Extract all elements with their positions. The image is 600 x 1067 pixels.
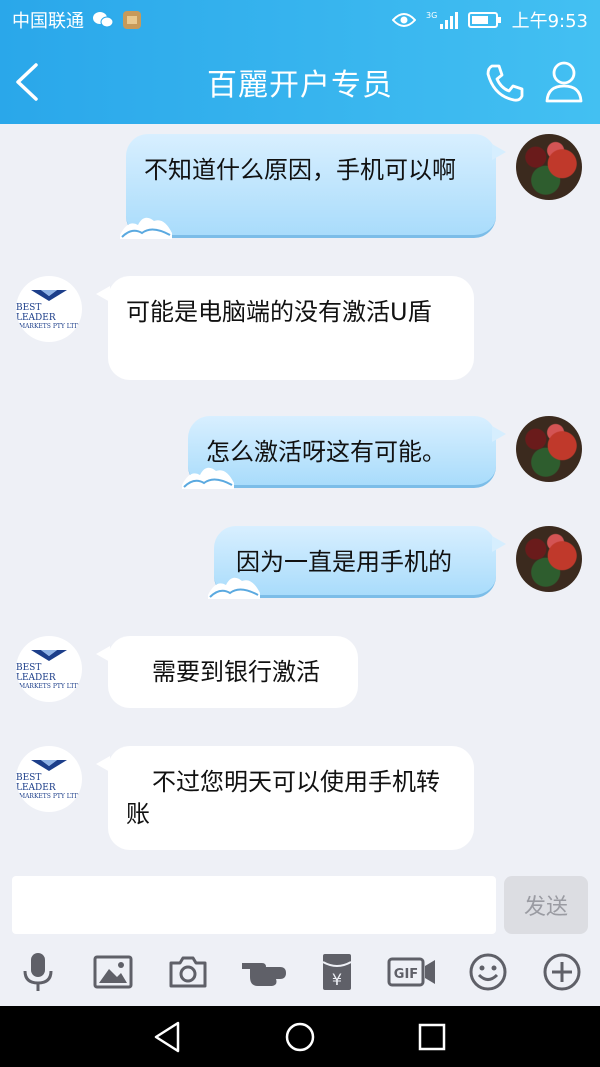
logo-line2: MARKETS PTY LTD	[18, 323, 80, 330]
microphone-icon[interactable]	[16, 950, 60, 994]
logo-line1: BEST LEADER	[16, 773, 56, 793]
svg-text:¥: ¥	[332, 970, 342, 989]
eye-icon	[391, 12, 416, 28]
nav-recents-icon[interactable]	[414, 1020, 450, 1054]
back-arrow-icon[interactable]	[12, 62, 44, 102]
emoji-icon[interactable]	[466, 950, 510, 994]
message-text: 怎么激活呀这有可能。	[206, 438, 446, 466]
company-logo-mark-icon	[31, 760, 67, 771]
message-list[interactable]: 不知道什么原因，手机可以啊 BEST LEADER MARKETS PTY LT…	[0, 124, 600, 864]
notification-app-icon	[122, 10, 142, 30]
message-text: 不过您明天可以使用手机转账	[126, 768, 440, 828]
message-text: 不知道什么原因，手机可以啊	[144, 156, 456, 184]
camera-icon[interactable]	[166, 950, 210, 994]
person-icon[interactable]	[544, 60, 584, 104]
my-avatar[interactable]	[516, 134, 582, 200]
plus-icon[interactable]	[540, 950, 584, 994]
input-bar: 发送 ¥ GIF	[0, 864, 600, 1004]
svg-text:GIF: GIF	[394, 967, 418, 982]
contact-avatar[interactable]: BEST LEADER MARKETS PTY LTD	[16, 636, 82, 702]
signal-icon: 3G	[426, 10, 458, 30]
logo-line1: BEST LEADER	[16, 303, 56, 323]
my-avatar[interactable]	[516, 526, 582, 592]
message-bubble-sent[interactable]: 不知道什么原因，手机可以啊	[120, 134, 506, 239]
network-type: 3G	[426, 11, 437, 20]
message-bubble-sent[interactable]: 因为一直是用手机的	[208, 526, 506, 599]
phone-icon[interactable]	[484, 62, 526, 104]
message-bubble-received[interactable]: 不过您明天可以使用手机转账	[96, 746, 474, 850]
message-input[interactable]	[12, 876, 496, 934]
wave-decoration-icon	[120, 217, 172, 239]
wechat-icon	[92, 11, 114, 29]
red-packet-icon[interactable]: ¥	[315, 950, 359, 994]
battery-icon	[467, 11, 502, 29]
my-avatar[interactable]	[516, 416, 582, 482]
logo-line1: BEST LEADER	[16, 663, 56, 683]
message-text: 需要到银行激活	[152, 658, 320, 686]
contact-avatar[interactable]: BEST LEADER MARKETS PTY LTD	[16, 276, 82, 342]
contact-avatar[interactable]: BEST LEADER MARKETS PTY LTD	[16, 746, 82, 812]
logo-line2: MARKETS PTY LTD	[18, 683, 80, 690]
status-bar: 中国联通 3G 上午9:53	[0, 0, 600, 40]
top-bar: 中国联通 3G 上午9:53 百麗开户专员	[0, 0, 600, 124]
send-button[interactable]: 发送	[504, 876, 588, 934]
message-bubble-received[interactable]: 需要到银行激活	[96, 636, 358, 708]
wave-decoration-icon	[208, 577, 260, 599]
poke-icon[interactable]	[240, 950, 288, 994]
chat-title: 百麗开户专员	[207, 68, 393, 103]
nav-back-icon[interactable]	[150, 1020, 186, 1054]
nav-home-icon[interactable]	[282, 1020, 318, 1054]
carrier-name: 中国联通	[12, 11, 84, 32]
gif-icon[interactable]: GIF	[386, 950, 438, 994]
logo-line2: MARKETS PTY LTD	[18, 793, 80, 800]
system-nav-bar	[0, 1006, 600, 1067]
message-text: 可能是电脑端的没有激活U盾	[126, 298, 432, 326]
wave-decoration-icon	[182, 467, 234, 489]
message-bubble-received[interactable]: 可能是电脑端的没有激活U盾	[96, 276, 474, 380]
message-bubble-sent[interactable]: 怎么激活呀这有可能。	[182, 416, 506, 489]
company-logo-mark-icon	[31, 290, 67, 301]
chat-header: 百麗开户专员	[0, 40, 600, 124]
status-time: 上午9:53	[511, 11, 588, 32]
company-logo-mark-icon	[31, 650, 67, 661]
message-text: 因为一直是用手机的	[236, 548, 452, 576]
image-icon[interactable]	[91, 950, 135, 994]
